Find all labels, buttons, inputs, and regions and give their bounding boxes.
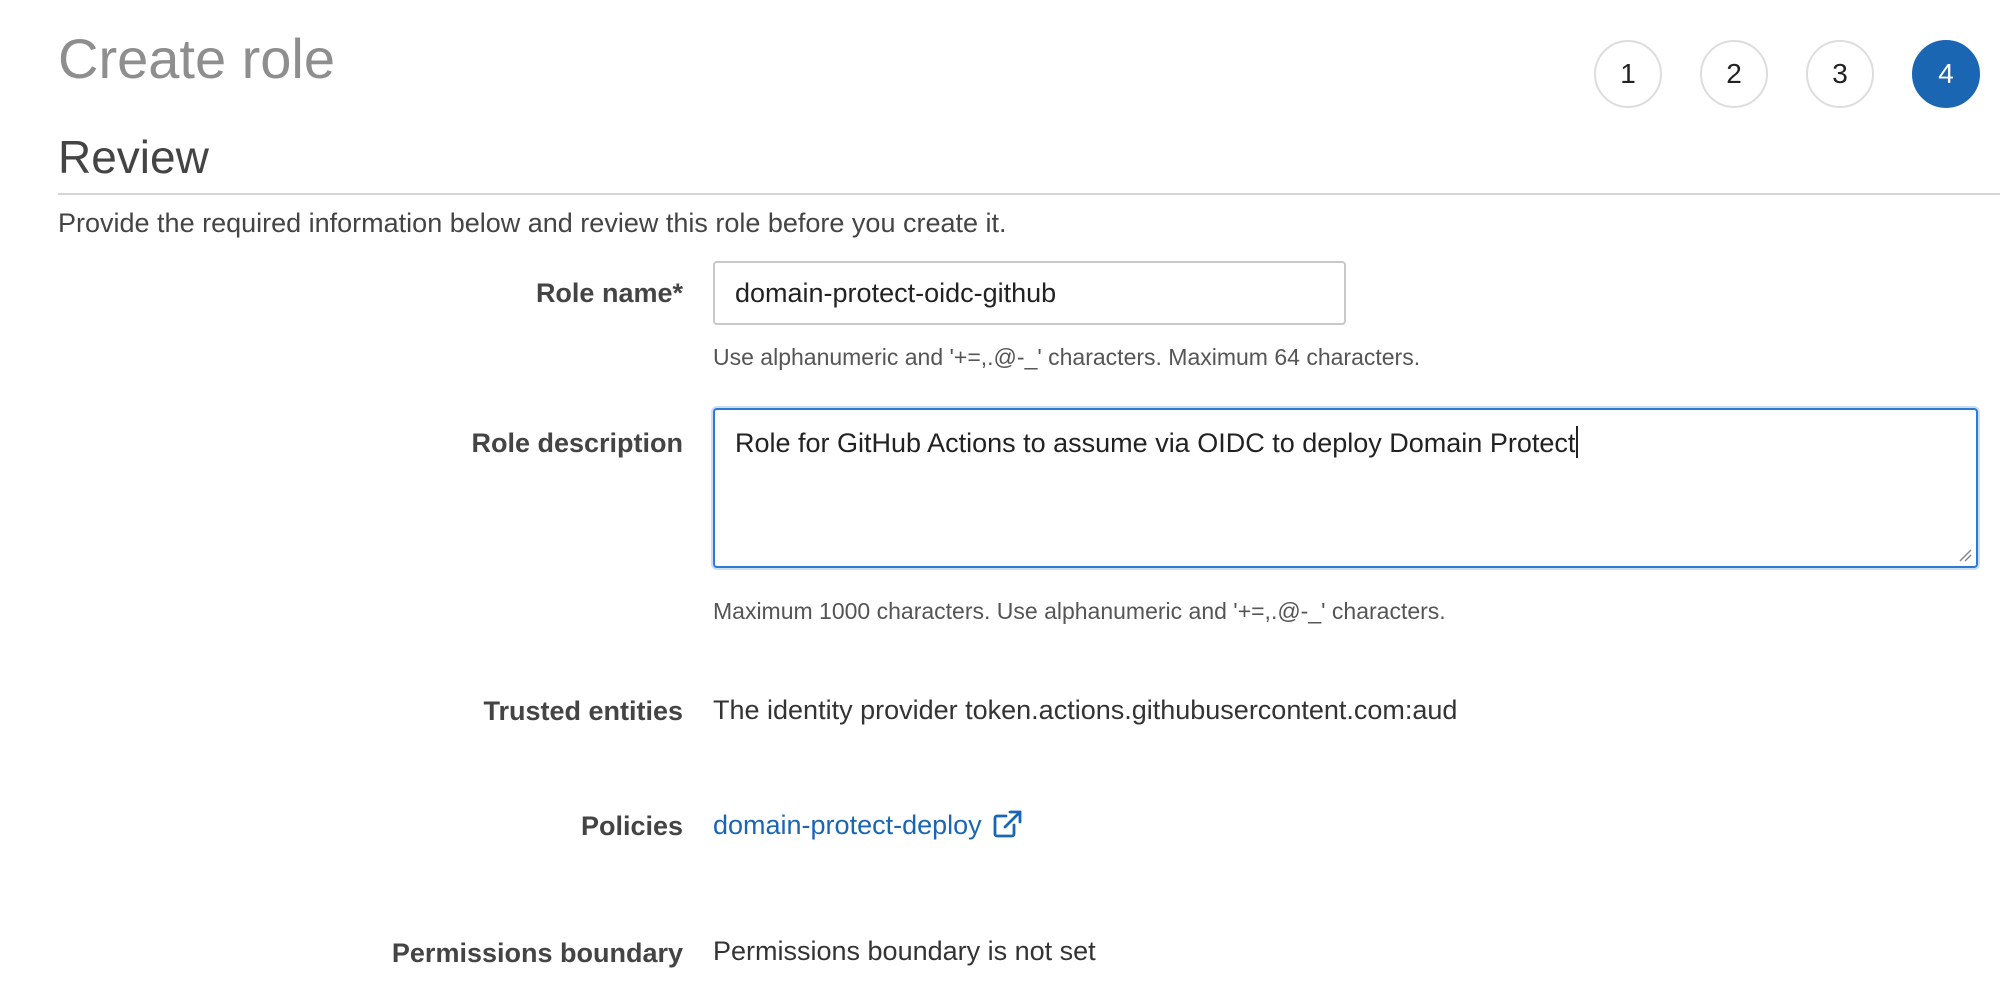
role-name-input[interactable]: domain-protect-oidc-github — [713, 261, 1346, 325]
policy-link-text: domain-protect-deploy — [713, 810, 982, 840]
page-title: Create role — [58, 27, 336, 90]
role-description-text: Role for GitHub Actions to assume via OI… — [735, 428, 1576, 458]
role-description-hint: Maximum 1000 characters. Use alphanumeri… — [713, 598, 1446, 624]
step-1[interactable]: 1 — [1594, 40, 1662, 108]
role-name-label: Role name* — [535, 278, 683, 308]
text-caret — [1576, 426, 1579, 458]
trusted-entities-label: Trusted entities — [483, 696, 683, 726]
trusted-entities-value: The identity provider token.actions.gith… — [713, 695, 1458, 725]
policy-link[interactable]: domain-protect-deploy — [713, 810, 1022, 841]
step-3[interactable]: 3 — [1806, 40, 1874, 108]
step-2[interactable]: 2 — [1700, 40, 1768, 108]
resize-handle-icon[interactable] — [1958, 548, 1972, 562]
step-4-current[interactable]: 4 — [1912, 40, 1980, 108]
external-link-icon — [993, 810, 1022, 838]
role-description-textarea[interactable]: Role for GitHub Actions to assume via OI… — [713, 408, 1978, 568]
section-intro: Provide the required information below a… — [58, 208, 1007, 238]
role-description-label: Role description — [471, 428, 683, 458]
role-name-hint: Use alphanumeric and '+=,.@-_' character… — [713, 344, 1421, 370]
permissions-boundary-label: Permissions boundary — [391, 938, 683, 968]
policies-label: Policies — [580, 811, 683, 841]
permissions-boundary-value: Permissions boundary is not set — [713, 936, 1096, 966]
section-divider — [58, 193, 2000, 195]
section-title: Review — [58, 131, 209, 183]
